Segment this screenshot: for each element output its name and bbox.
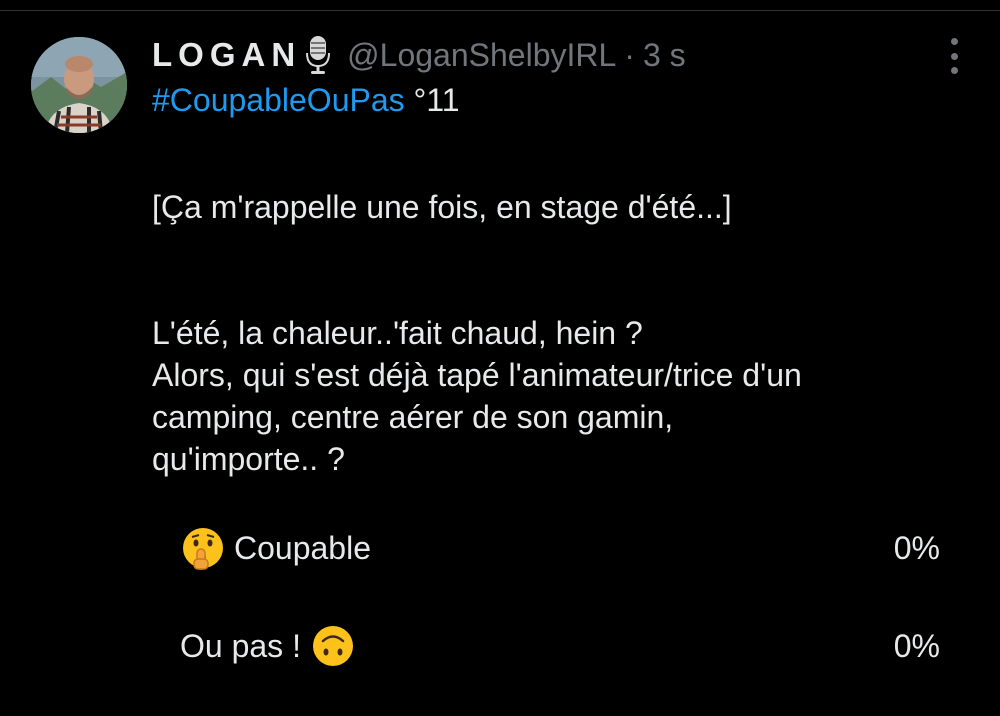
poll-option-percent: 0% — [893, 627, 940, 664]
hashtag-link[interactable]: #CoupableOuPas — [152, 82, 405, 118]
tweet-text-line: [Ça m'rappelle une fois, en stage d'été.… — [152, 189, 732, 225]
more-vertical-icon[interactable] — [942, 38, 966, 74]
poll-option-coupable[interactable]: Coupable 0% — [180, 520, 940, 576]
avatar-image — [31, 37, 127, 133]
top-divider — [0, 0, 1000, 11]
shushing-face-icon — [180, 525, 226, 571]
poll-option-label: Ou pas ! — [180, 627, 301, 664]
tweet-header: LOGAN @LoganShelbyIRL · 3 s — [152, 30, 686, 80]
meta-separator: · — [624, 36, 635, 73]
hashtag-suffix: °11 — [404, 82, 460, 118]
poll: Coupable 0% Ou pas ! 0% — [180, 520, 940, 716]
avatar[interactable] — [31, 37, 127, 133]
tweet-text-line: L'été, la chaleur..'fait chaud, hein ? — [152, 315, 643, 351]
more-dot — [950, 67, 958, 74]
hashtag-line: #CoupableOuPas °11 — [152, 82, 460, 119]
tweet-text: [Ça m'rappelle une fois, en stage d'été.… — [152, 186, 982, 480]
microphone-icon — [305, 35, 331, 75]
poll-option-label: Coupable — [234, 529, 371, 566]
tweet-text-line: Alors, qui s'est déjà tapé l'animateur/t… — [152, 357, 802, 393]
timestamp[interactable]: 3 s — [643, 37, 686, 74]
more-dot — [950, 52, 958, 60]
upside-down-face-icon — [311, 624, 355, 668]
more-dot — [950, 38, 958, 45]
handle[interactable]: @LoganShelbyIRL — [347, 37, 616, 74]
tweet-text-line: camping, centre aérer de son gamin, — [152, 399, 674, 435]
poll-option-percent: 0% — [893, 529, 940, 566]
poll-option-ou-pas[interactable]: Ou pas ! 0% — [180, 618, 940, 674]
display-name[interactable]: LOGAN — [152, 36, 301, 74]
tweet-text-line: qu'importe.. ? — [152, 441, 345, 477]
